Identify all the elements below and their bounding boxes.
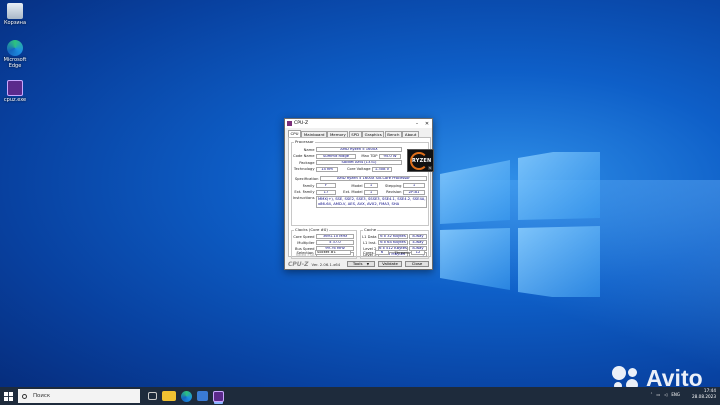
max-tdp-value: 95.0 W (379, 153, 401, 159)
recycle-bin-icon (7, 3, 23, 19)
code-name-label: Code Name (293, 154, 315, 158)
ext-family-label: Ext. Family (294, 190, 315, 194)
selection-dropdown[interactable]: Socket #1 (315, 250, 351, 255)
package-value: Socket AM4 (1331) (316, 160, 402, 165)
cores-label: Cores (363, 250, 374, 255)
cpuz-window: CPU-Z – ✕ CPU Mainboard Memory SPD Graph… (284, 118, 434, 270)
tools-button-label: Tools (352, 261, 363, 266)
package-label: Package (299, 160, 315, 165)
cache-group-label: Cache (363, 227, 378, 232)
ext-model-label: Ext. Model (343, 190, 363, 194)
family-value: F (316, 183, 336, 188)
chevron-down-icon: ▼ (366, 262, 370, 266)
tab-bar: CPU Mainboard Memory SPD Graphics Bench … (285, 128, 432, 137)
clocks-group-label: Clocks (Core #0) (294, 227, 329, 232)
max-tdp-label: Max TDP (361, 154, 378, 158)
multiplier-value: x 37.0 (316, 240, 354, 245)
specification-value: AMD Ryzen 5 1600X Six-Core Processor (320, 176, 427, 181)
footer-bar: CPU-Z Ver. 2.06.1.x64 Tools ▼ Validate C… (285, 259, 432, 269)
close-button[interactable]: Close (405, 261, 429, 267)
version-text: Ver. 2.06.1.x64 (311, 261, 341, 267)
technology-value: 14 nm (316, 166, 338, 172)
ryzen-5-logo: RYZEN 5 (407, 149, 434, 172)
tools-button[interactable]: Tools ▼ (347, 261, 375, 267)
cores-value: 6 (375, 250, 389, 255)
windows-logo-wallpaper (440, 152, 600, 297)
ext-family-value: 17 (316, 189, 336, 195)
multiplier-label: Multiplier (297, 240, 315, 245)
instructions-label: Instructions (292, 196, 315, 200)
window-title: CPU-Z (294, 121, 309, 126)
validate-button[interactable]: Validate (378, 261, 402, 267)
minimize-icon[interactable]: – (412, 121, 422, 127)
desktop-icon-label: Microsoft Edge (3, 57, 27, 69)
stepping-label: Stepping (385, 183, 402, 188)
instructions-value: MMX(+), SSE, SSE2, SSE3, SSSE3, SSE4.1, … (316, 196, 427, 208)
model-value: 1 (364, 183, 378, 188)
network-icon[interactable]: ▭ (657, 392, 661, 397)
name-value: AMD Ryzen 5 1600X (316, 147, 402, 152)
desktop-icon-edge[interactable]: Microsoft Edge (2, 40, 28, 69)
search-placeholder: Поиск (33, 393, 51, 399)
model-label: Model (351, 183, 363, 188)
threads-label: Threads (394, 250, 410, 255)
windows-start-icon (3, 391, 13, 401)
core-voltage-label: Core Voltage (346, 167, 371, 171)
cpuz-brand: CPU-Z (288, 260, 309, 268)
taskbar-search[interactable]: Поиск (18, 389, 140, 403)
core-speed-label: Core Speed (293, 234, 315, 239)
desktop-icon-recycle-bin[interactable]: Корзина (2, 3, 28, 26)
cpuz-taskbar-icon[interactable] (213, 390, 224, 402)
specification-label: Specification (294, 176, 319, 181)
desktop-icon-label: Корзина (3, 20, 27, 26)
processor-group-label: Processor (294, 139, 315, 144)
cpu-panel: Processor Name AMD Ryzen 5 1600X Code Na… (288, 137, 434, 259)
tab-cpu[interactable]: CPU (288, 130, 301, 137)
store-icon[interactable] (197, 391, 208, 401)
clock[interactable]: 17:44 28.08.2023 (692, 388, 716, 400)
technology-label: Technology (293, 167, 315, 171)
task-view-icon[interactable] (148, 392, 157, 400)
taskbar: Поиск ˄ ▭ ◁ ENG 17:44 28.08.2023 (0, 387, 720, 405)
edge-icon[interactable] (181, 390, 192, 402)
l1-data-way: 8-way (409, 234, 427, 239)
threads-value: 12 (411, 250, 425, 255)
ext-model-value: 1 (364, 189, 378, 195)
l1-data-label: L1 Data (362, 234, 377, 239)
clock-date: 28.08.2023 (692, 394, 716, 399)
file-explorer-icon[interactable] (162, 391, 176, 401)
desktop-icon-cpuz[interactable]: cpuz.exe (2, 80, 28, 103)
revision-label: Revision (386, 190, 402, 194)
cpuz-icon (7, 80, 23, 96)
name-label: Name (303, 147, 315, 152)
title-bar[interactable]: CPU-Z – ✕ (285, 119, 432, 128)
core-speed-value: 3691.10 MHz (316, 234, 354, 239)
selection-label: Selection (296, 250, 314, 255)
l1-inst-way: 4-way (409, 240, 427, 245)
chevron-up-icon[interactable]: ˄ (651, 392, 653, 397)
core-voltage-value: 1.308 V (372, 166, 392, 172)
desktop-icon-label: cpuz.exe (3, 97, 27, 103)
l1-inst-label: L1 Inst. (362, 240, 377, 245)
family-label: Family (302, 183, 315, 188)
volume-icon[interactable]: ◁ (664, 392, 667, 397)
cpuz-app-icon (287, 121, 292, 126)
revision-value: ZP-B1 (403, 189, 425, 195)
stepping-value: 1 (403, 183, 425, 188)
processor-group: Processor Name AMD Ryzen 5 1600X Code Na… (291, 139, 434, 226)
close-icon[interactable]: ✕ (422, 121, 432, 127)
l1-inst-value: 6 x 64 KBytes (378, 240, 408, 245)
system-tray: ˄ ▭ ◁ ENG (651, 392, 680, 397)
l1-data-value: 6 x 32 KBytes (378, 234, 408, 239)
search-icon (22, 393, 27, 399)
code-name-value: Summit Ridge (316, 153, 356, 159)
edge-icon (7, 40, 23, 56)
language-indicator[interactable]: ENG (671, 392, 680, 397)
start-button[interactable] (0, 387, 16, 405)
